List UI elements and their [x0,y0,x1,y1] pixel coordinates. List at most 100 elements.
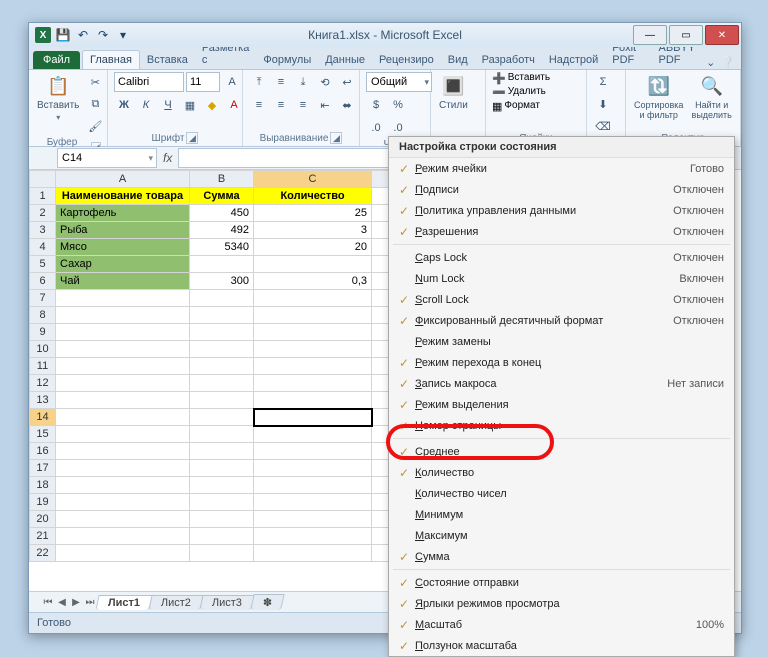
row-header[interactable]: 21 [30,528,56,545]
ribbon-minimize-icon[interactable]: ⌄ [706,56,715,69]
border-icon[interactable]: ▦ [180,95,200,115]
cell[interactable] [190,409,254,426]
cell[interactable]: 3 [254,222,372,239]
tab-home[interactable]: Главная [82,50,140,69]
align-right-icon[interactable]: ≡ [293,95,313,115]
context-menu-item[interactable]: Максимум [389,525,734,546]
context-menu-item[interactable]: ✓РазрешенияОтключен [389,221,734,242]
col-header-a[interactable]: A [56,171,190,188]
context-menu-item[interactable]: ✓Режим ячейкиГотово [389,158,734,179]
cell[interactable] [254,358,372,375]
italic-button[interactable]: К [136,95,156,115]
cell[interactable] [56,528,190,545]
cell[interactable]: 450 [190,205,254,222]
cell[interactable] [56,307,190,324]
active-cell[interactable] [254,409,372,426]
select-all-corner[interactable] [30,171,56,188]
cell[interactable] [254,307,372,324]
new-sheet-button[interactable]: ✽ [250,594,285,610]
cell[interactable]: Количество [254,188,372,205]
context-menu-item[interactable]: Минимум [389,504,734,525]
row-header[interactable]: 11 [30,358,56,375]
context-menu-item[interactable]: ✓Масштаб100% [389,614,734,635]
cell[interactable]: 20 [254,239,372,256]
fill-icon[interactable]: ⬇ [593,94,613,114]
cell[interactable]: 492 [190,222,254,239]
font-size-combo[interactable]: 11 [186,72,220,92]
redo-icon[interactable]: ↷ [95,27,111,43]
cell[interactable] [254,324,372,341]
tab-view[interactable]: Вид [441,51,475,69]
fx-icon[interactable]: fx [163,151,172,165]
context-menu-item[interactable]: ✓Номер страницы [389,415,734,436]
cell[interactable]: Наименование товара [56,188,190,205]
minimize-button[interactable]: — [633,25,667,45]
cell[interactable] [56,409,190,426]
cell[interactable] [254,375,372,392]
cell[interactable] [56,511,190,528]
tab-formulas[interactable]: Формулы [256,51,318,69]
cell[interactable]: Сумма [190,188,254,205]
row-header[interactable]: 16 [30,443,56,460]
context-menu-item[interactable]: ✓ПодписиОтключен [389,179,734,200]
close-button[interactable]: ✕ [705,25,739,45]
cell[interactable] [190,426,254,443]
merge-icon[interactable]: ⬌ [337,95,357,115]
context-menu-item[interactable]: ✓Ползунок масштаба [389,635,734,656]
context-menu-item[interactable]: Caps LockОтключен [389,247,734,268]
align-top-icon[interactable]: ⤒ [249,72,269,92]
cell[interactable] [56,392,190,409]
align-center-icon[interactable]: ≡ [271,95,291,115]
row-header[interactable]: 4 [30,239,56,256]
bold-button[interactable]: Ж [114,95,134,115]
sheet-nav-first-icon[interactable]: ⏮ [41,597,55,608]
cell[interactable] [190,358,254,375]
cell[interactable] [56,545,190,562]
context-menu-item[interactable]: ✓Ярлыки режимов просмотра [389,593,734,614]
cell[interactable] [254,392,372,409]
tab-developer[interactable]: Разработч [475,51,542,69]
context-menu-item[interactable]: ✓Среднее [389,441,734,462]
row-header[interactable]: 6 [30,273,56,290]
sheet-tab-2[interactable]: Лист2 [149,595,204,610]
cell[interactable] [254,511,372,528]
cell[interactable] [190,494,254,511]
save-icon[interactable]: 💾 [55,27,71,43]
context-menu-item[interactable]: ✓Scroll LockОтключен [389,289,734,310]
cell[interactable] [254,256,372,273]
cell[interactable] [254,443,372,460]
cell[interactable] [56,494,190,511]
cell[interactable] [254,341,372,358]
row-header[interactable]: 19 [30,494,56,511]
font-expand-icon[interactable]: ◢ [186,132,198,144]
cell[interactable] [254,528,372,545]
row-header[interactable]: 1 [30,188,56,205]
cell[interactable] [190,443,254,460]
row-header[interactable]: 15 [30,426,56,443]
percent-icon[interactable]: % [388,95,408,115]
context-menu-item[interactable]: ✓Политика управления даннымиОтключен [389,200,734,221]
increase-decimal-icon[interactable]: .0 [366,118,386,138]
cell[interactable] [190,375,254,392]
row-header[interactable]: 22 [30,545,56,562]
cell[interactable]: 5340 [190,239,254,256]
context-menu-item[interactable]: ✓Количество [389,462,734,483]
row-header[interactable]: 17 [30,460,56,477]
context-menu-item[interactable]: ✓Состояние отправки [389,572,734,593]
clear-icon[interactable]: ⌫ [593,116,613,136]
cell[interactable] [190,341,254,358]
col-header-b[interactable]: B [190,171,254,188]
context-menu-item[interactable]: Режим замены [389,331,734,352]
sheet-nav-last-icon[interactable]: ⏭ [83,597,97,608]
cell[interactable] [190,511,254,528]
cell[interactable] [190,256,254,273]
context-menu-item[interactable]: ✓Режим выделения [389,394,734,415]
cell[interactable] [190,460,254,477]
sheet-nav-next-icon[interactable]: ▶ [69,597,83,608]
orientation-icon[interactable]: ⟲ [315,72,335,92]
currency-icon[interactable]: $ [366,95,386,115]
cell[interactable]: Сахар [56,256,190,273]
cell[interactable] [56,443,190,460]
format-painter-icon[interactable]: 🖌 [85,116,105,136]
cell-grid[interactable]: A B C D 1 Наименование товара Сумма Коли… [29,170,432,562]
